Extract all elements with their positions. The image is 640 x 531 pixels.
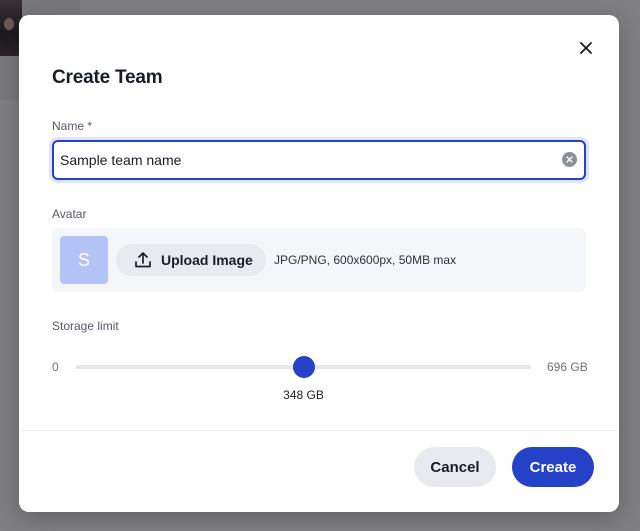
storage-value-label: 348 GB (283, 388, 324, 402)
name-input[interactable] (60, 142, 550, 178)
upload-image-label: Upload Image (161, 252, 253, 268)
cancel-button[interactable]: Cancel (414, 447, 496, 487)
storage-slider-track[interactable] (76, 356, 531, 378)
avatar: S (60, 236, 108, 284)
name-label: Name * (52, 119, 93, 133)
clear-circle-icon[interactable] (562, 152, 577, 167)
storage-limit-label: Storage limit (52, 319, 119, 333)
storage-slider-thumb[interactable] (292, 356, 315, 378)
clear-x-glyph (566, 156, 573, 163)
footer-divider (19, 430, 619, 431)
create-team-dialog: Create Team Name * Avatar S Upload Image… (19, 15, 619, 512)
avatar-upload-area: S Upload Image JPG/PNG, 600x600px, 50MB … (52, 228, 586, 292)
upload-image-button[interactable]: Upload Image (116, 244, 266, 276)
create-button[interactable]: Create (512, 447, 594, 487)
storage-slider-fill (76, 365, 304, 369)
close-icon (580, 42, 592, 54)
upload-hint: JPG/PNG, 600x600px, 50MB max (274, 253, 457, 267)
upload-icon (134, 251, 152, 269)
name-field (52, 140, 586, 180)
close-button[interactable] (577, 39, 595, 57)
avatar-label: Avatar (52, 207, 87, 221)
dialog-title: Create Team (52, 67, 163, 88)
slider-min-label: 0 (52, 360, 59, 374)
slider-max-label: 696 GB (547, 360, 588, 374)
